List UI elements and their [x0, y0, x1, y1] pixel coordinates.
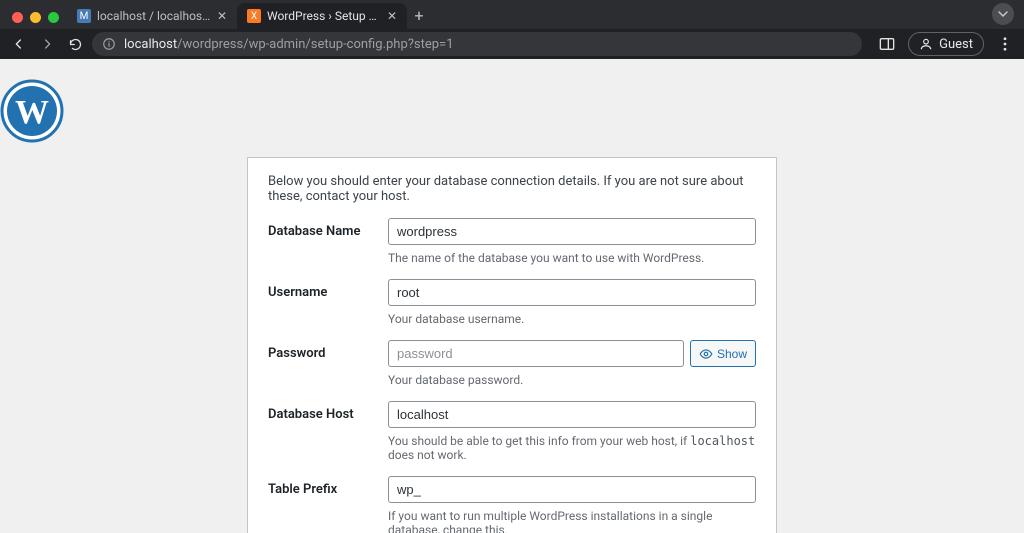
help-username: Your database username. — [388, 312, 756, 326]
tab-phpmyadmin[interactable]: M localhost / localhost / wordpr ✕ — [67, 3, 237, 29]
wordpress-logo-icon: W — [0, 79, 64, 143]
window-minimize-button[interactable] — [30, 12, 41, 23]
row-username: Username Your database username. — [268, 279, 756, 326]
tab-title: localhost / localhost / wordpr — [97, 9, 211, 23]
label-host: Database Host — [268, 401, 388, 422]
row-password: Password Show Your database password. — [268, 340, 756, 387]
xampp-favicon: X — [247, 9, 261, 23]
address-bar[interactable]: localhost/wordpress/wp-admin/setup-confi… — [92, 32, 862, 56]
profile-label: Guest — [939, 37, 973, 52]
tab-title: WordPress › Setup Configurat — [267, 9, 381, 23]
row-host: Database Host You should be able to get … — [268, 401, 756, 462]
tab-wordpress-setup[interactable]: X WordPress › Setup Configurat ✕ — [237, 3, 407, 29]
window-close-button[interactable] — [12, 12, 23, 23]
phpmyadmin-favicon: M — [77, 9, 91, 23]
eye-icon — [699, 347, 713, 361]
browser-menu-button[interactable] — [994, 33, 1016, 55]
help-prefix: If you want to run multiple WordPress in… — [388, 509, 756, 533]
person-icon — [919, 37, 933, 51]
kebab-icon — [1003, 37, 1007, 51]
back-button[interactable] — [8, 33, 30, 55]
row-dbname: Database Name The name of the database y… — [268, 218, 756, 265]
url-display: localhost/wordpress/wp-admin/setup-confi… — [124, 37, 454, 52]
arrow-left-icon — [11, 36, 27, 52]
row-prefix: Table Prefix If you want to run multiple… — [268, 476, 756, 533]
help-host: You should be able to get this info from… — [388, 434, 756, 462]
label-username: Username — [268, 279, 388, 300]
host-input[interactable] — [388, 401, 756, 428]
label-dbname: Database Name — [268, 218, 388, 239]
close-tab-icon[interactable]: ✕ — [217, 9, 227, 23]
svg-text:W: W — [15, 94, 49, 131]
label-password: Password — [268, 340, 388, 361]
wordpress-logo: W — [0, 59, 1024, 143]
username-input[interactable] — [388, 279, 756, 306]
reload-button[interactable] — [64, 33, 86, 55]
url-path: /wordpress/wp-admin/setup-config.php?ste… — [177, 37, 453, 52]
panel-icon — [879, 37, 895, 51]
show-password-button[interactable]: Show — [690, 340, 756, 367]
arrow-right-icon — [39, 36, 55, 52]
browser-chrome: M localhost / localhost / wordpr ✕ X Wor… — [0, 0, 1024, 59]
help-dbname: The name of the database you want to use… — [388, 251, 756, 265]
tab-strip: M localhost / localhost / wordpr ✕ X Wor… — [0, 0, 1024, 29]
forward-button[interactable] — [36, 33, 58, 55]
profile-button[interactable]: Guest — [908, 32, 984, 56]
help-password: Your database password. — [388, 373, 756, 387]
show-password-label: Show — [717, 347, 747, 361]
reload-icon — [68, 37, 83, 52]
url-host: localhost — [124, 37, 177, 52]
close-tab-icon[interactable]: ✕ — [387, 9, 397, 23]
chevron-down-icon — [998, 9, 1008, 19]
collapse-tabs-button[interactable] — [992, 3, 1014, 25]
side-panel-button[interactable] — [876, 33, 898, 55]
label-prefix: Table Prefix — [268, 476, 388, 497]
intro-text: Below you should enter your database con… — [268, 174, 756, 204]
page-viewport: W Below you should enter your database c… — [0, 59, 1024, 533]
window-maximize-button[interactable] — [48, 12, 59, 23]
password-input[interactable] — [388, 340, 684, 367]
new-tab-button[interactable]: + — [407, 6, 431, 29]
prefix-input[interactable] — [388, 476, 756, 503]
setup-form: Below you should enter your database con… — [247, 157, 777, 533]
site-info-icon[interactable] — [102, 37, 116, 51]
traffic-lights — [8, 12, 67, 29]
browser-toolbar: localhost/wordpress/wp-admin/setup-confi… — [0, 29, 1024, 59]
dbname-input[interactable] — [388, 218, 756, 245]
